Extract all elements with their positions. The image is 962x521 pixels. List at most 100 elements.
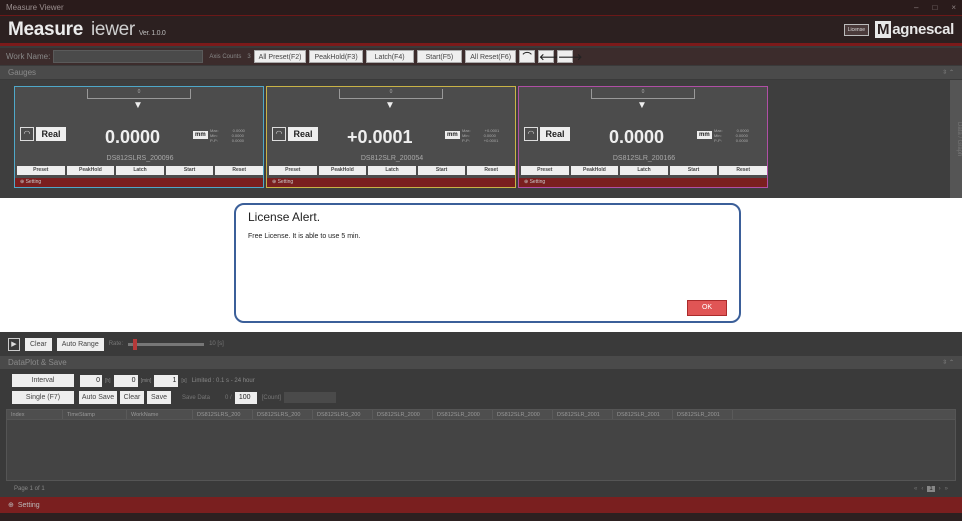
all-preset-button[interactable]: All Preset(F2) <box>253 50 307 63</box>
gauge-card-2: 0 ▼ ◠ Real +0.0001 mm Max: +0.0001 Min: 0.… <box>266 86 516 188</box>
start-button[interactable]: Start(F5) <box>416 50 463 63</box>
peakhold-button[interactable]: PeakHold <box>318 166 367 175</box>
first-page-icon[interactable]: « <box>914 486 917 492</box>
interval-row: Interval 0 [h] 0 [min] 1 [s] Limited : 0… <box>0 372 962 389</box>
latch-button[interactable]: Latch <box>620 166 668 175</box>
column-index[interactable]: Index <box>7 410 63 419</box>
latch-button[interactable]: Latch <box>116 166 164 175</box>
column-axis[interactable]: DS812SLR_2000 <box>433 410 493 419</box>
gauge-setting-toggle[interactable]: ⊕ Setting <box>267 178 515 187</box>
peakhold-button[interactable]: PeakHold <box>570 166 619 175</box>
reset-button[interactable]: Reset <box>215 166 263 175</box>
brand-thin: iewer <box>91 18 135 40</box>
logo-m: M <box>874 21 892 38</box>
column-axis[interactable]: DS812SLR_2001 <box>673 410 733 419</box>
peakhold-button[interactable]: PeakHold(F3) <box>309 50 363 63</box>
gauge-mode-button[interactable]: Real <box>288 127 318 141</box>
gauge-value: 0.0000 <box>105 127 161 147</box>
maximize-icon[interactable]: □ <box>932 3 937 12</box>
gauge-icon[interactable]: ◠ <box>20 127 34 141</box>
column-axis[interactable]: DS812SLRS_200 <box>313 410 373 419</box>
setting-footer[interactable]: ⊕ Setting <box>0 497 962 513</box>
all-reset-button[interactable]: All Reset(F6) <box>465 50 517 63</box>
interval-seconds-input[interactable]: 1 <box>154 374 179 387</box>
column-timestamp[interactable]: TimeStamp <box>63 410 127 419</box>
arrow-down-icon: ▼ <box>637 100 647 111</box>
save-count-input[interactable]: 100 <box>234 391 257 404</box>
save-button[interactable]: Save <box>147 391 171 404</box>
app-brand: Measure iewer Ver. 1.0.0 <box>8 19 166 41</box>
section-collapse-icon[interactable]: ⇳ ⌃ <box>942 69 954 76</box>
gauge-top-value: 0 <box>591 89 695 99</box>
gauge-mode-button[interactable]: Real <box>36 127 66 141</box>
rate-value: 10 [s] <box>209 341 224 347</box>
peakhold-button[interactable]: PeakHold <box>66 166 115 175</box>
gauge-icon[interactable]: ◠ <box>524 127 538 141</box>
slider-knob[interactable] <box>133 338 138 350</box>
side-tab[interactable]: Data / Graph <box>950 80 962 198</box>
prev-page-icon[interactable]: ‹ <box>921 486 923 492</box>
reset-button[interactable]: Reset <box>719 166 767 175</box>
gauges-title: Gauges <box>8 68 37 77</box>
reset-button[interactable]: Reset <box>467 166 515 175</box>
arrow-right-icon[interactable]: 🡒 <box>557 50 582 63</box>
minimize-icon[interactable]: – <box>914 3 918 12</box>
preset-button[interactable]: Preset <box>521 166 569 175</box>
column-axis[interactable]: DS812SLRS_200 <box>253 410 313 419</box>
arrow-down-icon: ▼ <box>385 100 395 111</box>
single-button[interactable]: Single (F7) <box>12 391 74 404</box>
auto-range-button[interactable]: Auto Range <box>56 337 104 351</box>
dataplot-clear-button[interactable]: Clear <box>120 391 144 404</box>
rate-slider[interactable] <box>128 338 205 350</box>
hours-unit: [h] <box>105 377 111 384</box>
latch-button[interactable]: Latch(F4) <box>365 50 414 63</box>
data-table: Index TimeStamp WorkName DS812SLRS_200 D… <box>6 409 956 481</box>
column-axis[interactable]: DS812SLR_2000 <box>373 410 433 419</box>
gauge-unit: mm <box>445 131 460 139</box>
start-button[interactable]: Start <box>165 166 214 175</box>
preset-button[interactable]: Preset <box>17 166 65 175</box>
gauge-setting-label: Setting <box>529 179 546 185</box>
auto-save-button[interactable]: Auto Save <box>79 391 117 404</box>
axis-counts-value[interactable]: 3 <box>247 54 250 60</box>
minutes-unit: [min] <box>140 377 152 384</box>
latch-button[interactable]: Latch <box>368 166 416 175</box>
ok-button[interactable]: OK <box>687 300 727 316</box>
interval-minutes-input[interactable]: 0 <box>113 374 138 387</box>
next-page-icon[interactable]: › <box>939 486 941 492</box>
pp-value: +0.0001 <box>483 138 499 143</box>
gauge-setting-label: Setting <box>277 179 294 185</box>
column-axis[interactable]: DS812SLR_2000 <box>493 410 553 419</box>
column-axis[interactable]: DS812SLR_2001 <box>613 410 673 419</box>
section-collapse-icon[interactable]: ⇳ ⌃ <box>942 359 954 366</box>
gauge-setting-toggle[interactable]: ⊕ Setting <box>519 178 767 187</box>
close-icon[interactable]: × <box>951 3 956 12</box>
rate-label: Rate: <box>108 341 124 347</box>
gauge-icon[interactable]: ⌒ <box>519 50 536 63</box>
column-axis[interactable]: DS812SLRS_200 <box>193 410 253 419</box>
gauge-icon[interactable]: ◠ <box>272 127 286 141</box>
arrow-left-icon[interactable]: 🡐 <box>538 50 563 63</box>
current-page[interactable]: 1 <box>927 486 935 492</box>
save-row: Single (F7) Auto Save Clear Save Save Da… <box>0 389 962 406</box>
column-axis[interactable]: DS812SLR_2001 <box>553 410 613 419</box>
column-workname[interactable]: WorkName <box>127 410 193 419</box>
gauges-section-header: Gauges ⇳ ⌃ <box>0 66 962 79</box>
bottom-strip <box>0 513 962 521</box>
gauges-panel: 0 ▼ ◠ Real 0.0000 mm Max: 0.0000 Min: 0.00… <box>0 80 962 198</box>
interval-limit-hint: Limited : 0.1 s - 24 hour <box>191 377 255 384</box>
window-title: Measure Viewer <box>6 3 64 12</box>
start-button[interactable]: Start <box>669 166 718 175</box>
last-page-icon[interactable]: » <box>945 486 948 492</box>
interval-hours-input[interactable]: 0 <box>80 374 102 387</box>
gauge-setting-toggle[interactable]: ⊕ Setting <box>15 178 263 187</box>
interval-button[interactable]: Interval <box>12 374 74 387</box>
gauge-mode-button[interactable]: Real <box>540 127 570 141</box>
start-button[interactable]: Start <box>417 166 466 175</box>
graph-clear-button[interactable]: Clear <box>25 337 52 351</box>
license-button[interactable]: License <box>843 23 869 36</box>
preset-button[interactable]: Preset <box>269 166 317 175</box>
work-name-input[interactable] <box>53 50 204 63</box>
gauge-unit: mm <box>193 131 208 139</box>
play-icon[interactable]: ▶ <box>8 337 20 351</box>
